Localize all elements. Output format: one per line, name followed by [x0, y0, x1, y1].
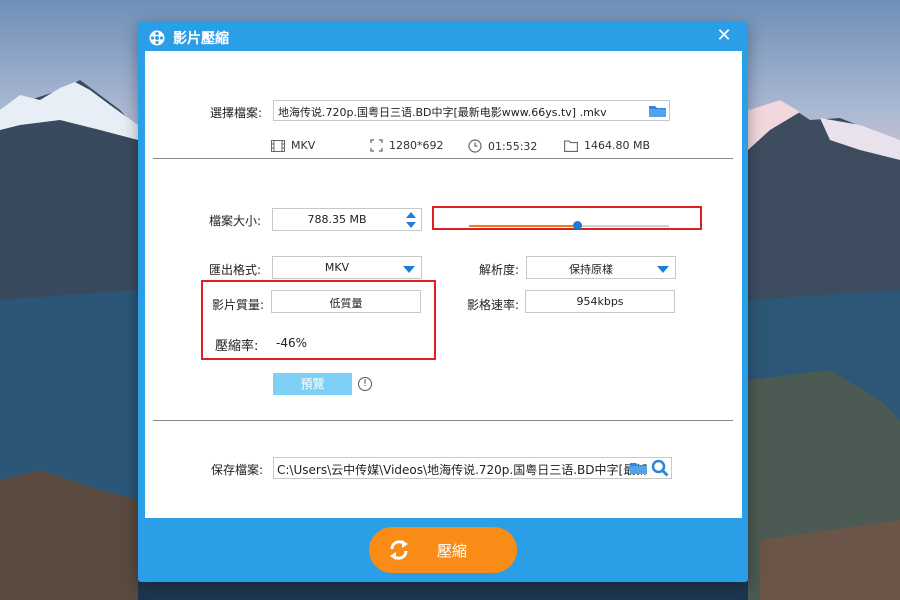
film-icon	[271, 139, 285, 152]
meta-format-value: MKV	[291, 139, 316, 152]
meta-resolution-value: 1280*692	[389, 139, 444, 152]
meta-format: MKV	[271, 139, 315, 152]
format-select[interactable]: MKV	[272, 256, 422, 279]
chevron-down-icon	[403, 266, 415, 273]
save-file-label: 保存檔案:	[211, 463, 264, 477]
expand-icon	[370, 139, 383, 152]
resolution-select[interactable]: 保持原樣	[526, 256, 676, 279]
filesize-slider[interactable]	[469, 221, 669, 230]
save-path-field[interactable]: C:\Users\云中传媒\Videos\地海传说.720p.国粤日三语.BD中…	[273, 457, 672, 479]
bitrate-value: 954kbps	[576, 295, 624, 308]
info-icon[interactable]: !	[358, 377, 372, 391]
folder-icon[interactable]	[648, 103, 668, 119]
format-label: 匯出格式:	[209, 263, 262, 277]
search-icon[interactable]	[651, 459, 669, 477]
chevron-down-icon	[657, 266, 669, 273]
resolution-label: 解析度:	[479, 263, 520, 277]
source-file-label: 選擇檔案:	[210, 106, 263, 120]
bitrate-label: 影格速率:	[467, 298, 520, 312]
ratio-label: 壓縮率:	[215, 339, 259, 354]
close-button[interactable]: ✕	[714, 26, 734, 46]
meta-size-value: 1464.80 MB	[584, 139, 651, 152]
stepper-arrows-icon[interactable]	[406, 211, 416, 229]
settings-panel: 選擇檔案: 地海传说.720p.国粤日三语.BD中字[最新电影www.66ys.…	[145, 51, 742, 518]
compress-dialog: 影片壓縮 ✕ 選擇檔案: 地海传说.720p.国粤日三语.BD中字[最新电影ww…	[138, 22, 748, 582]
meta-resolution: 1280*692	[370, 139, 444, 152]
folder-outline-icon	[564, 139, 578, 152]
compress-label: 壓縮	[437, 542, 468, 560]
bitrate-field[interactable]: 954kbps	[525, 290, 675, 313]
filesize-stepper[interactable]: 788.35 MB	[272, 208, 422, 231]
resolution-value: 保持原樣	[569, 263, 613, 276]
refresh-icon	[390, 540, 408, 560]
divider-bottom	[153, 420, 733, 421]
quality-select[interactable]: 低質量	[271, 290, 421, 313]
meta-duration: 01:55:32	[468, 139, 537, 153]
slider-thumb[interactable]	[573, 221, 582, 230]
filesize-label: 檔案大小:	[209, 214, 262, 228]
window-title: 影片壓縮	[173, 31, 229, 47]
title-bar: 影片壓縮 ✕	[138, 22, 748, 52]
clock-icon	[468, 139, 482, 153]
format-value: MKV	[324, 261, 350, 274]
divider-top	[153, 158, 733, 159]
ratio-value: -46%	[276, 336, 308, 350]
quality-value: 低質量	[329, 297, 363, 310]
compress-button[interactable]: 壓縮	[369, 527, 517, 573]
source-file-field[interactable]: 地海传说.720p.国粤日三语.BD中字[最新电影www.66ys.tv] .m…	[273, 100, 670, 121]
meta-size: 1464.80 MB	[564, 139, 650, 152]
filesize-value: 788.35 MB	[307, 213, 367, 226]
slider-fill	[469, 225, 577, 227]
preview-button[interactable]: 預覽	[273, 373, 352, 395]
folder-icon[interactable]	[629, 460, 649, 476]
quality-label: 影片質量:	[212, 298, 265, 312]
meta-duration-value: 01:55:32	[488, 139, 538, 153]
film-reel-icon	[149, 30, 165, 46]
